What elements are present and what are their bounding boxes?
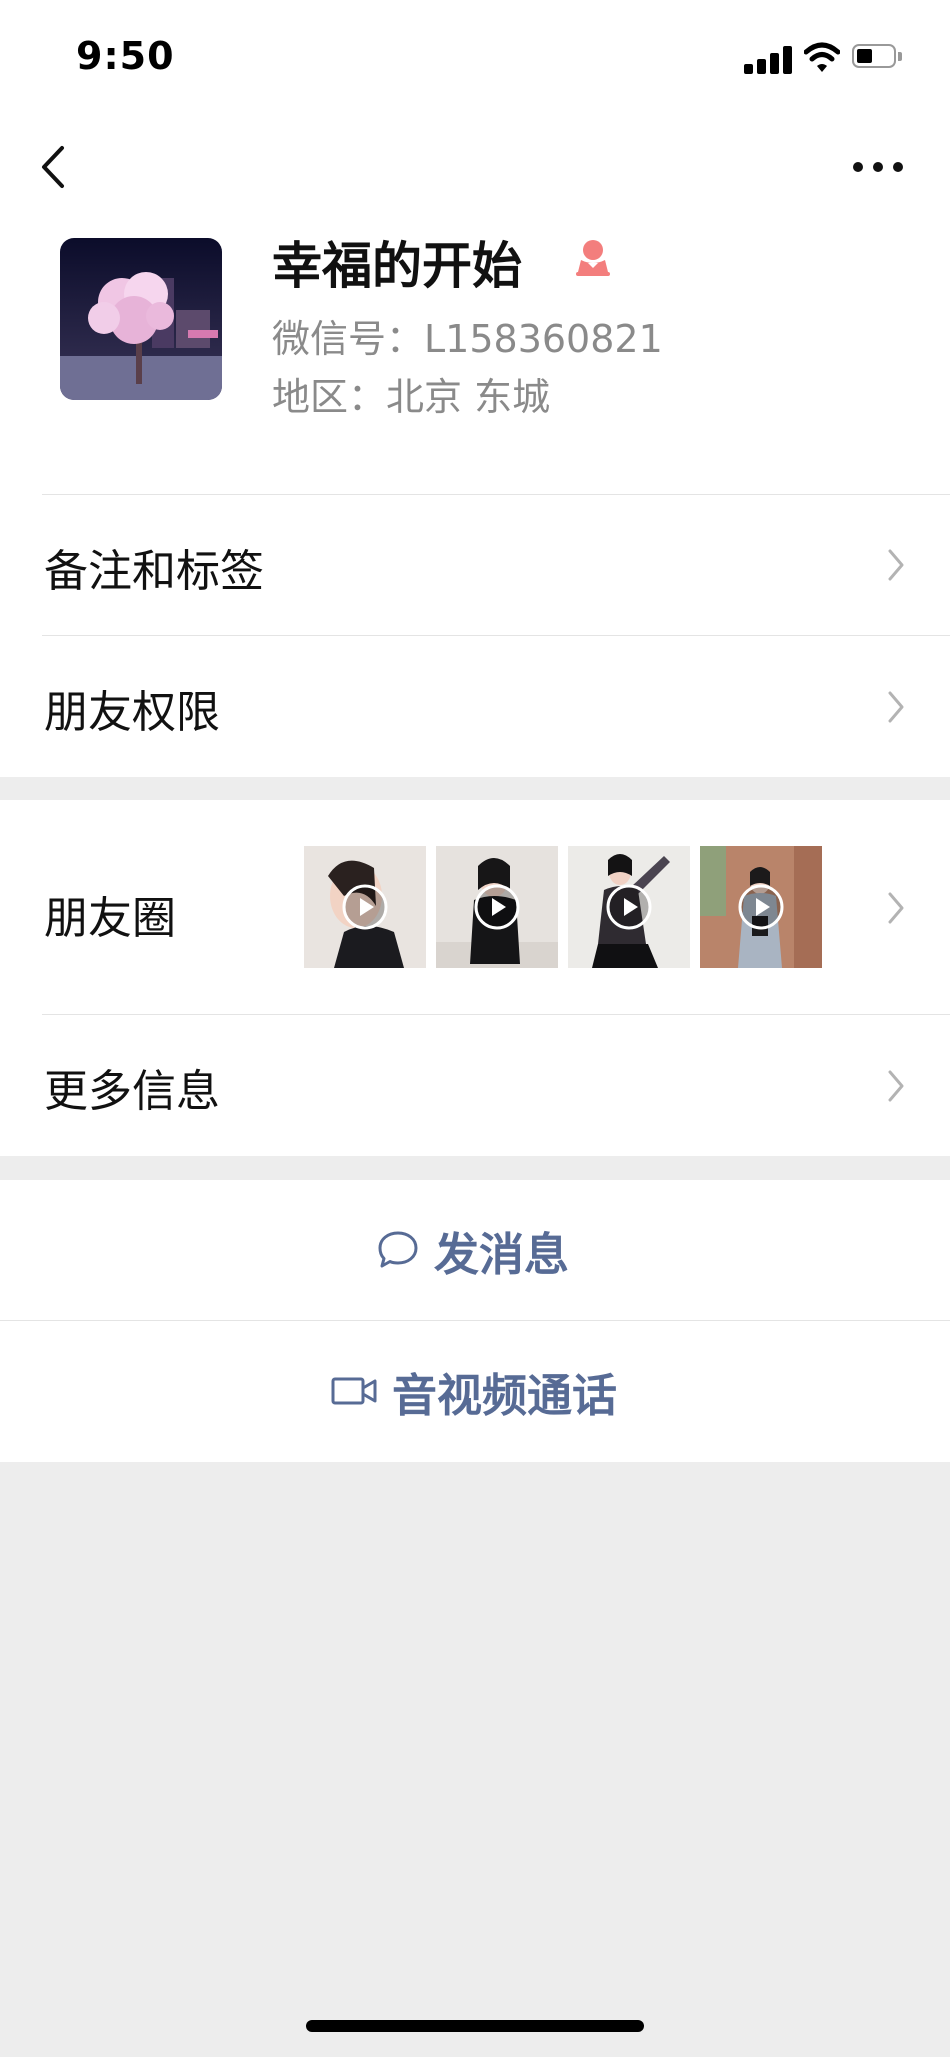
chevron-right-icon xyxy=(888,691,904,723)
row-label: 朋友圈 xyxy=(44,893,176,944)
wechat-id: 微信号：L158360821 xyxy=(272,317,663,361)
home-indicator xyxy=(306,2020,644,2032)
moments-video-thumb[interactable] xyxy=(436,846,558,968)
send-message-label: 发消息 xyxy=(434,1227,570,1281)
play-icon xyxy=(738,884,784,930)
remark-tags-row[interactable]: 备注和标签 xyxy=(0,495,950,635)
friend-permissions-row[interactable]: 朋友权限 xyxy=(0,636,950,777)
back-icon[interactable] xyxy=(36,142,76,192)
chevron-right-icon xyxy=(888,1070,904,1102)
battery-icon xyxy=(852,44,904,70)
chevron-right-icon xyxy=(888,549,904,581)
moments-video-thumb[interactable] xyxy=(568,846,690,968)
chat-bubble-icon xyxy=(378,1231,418,1268)
wifi-icon xyxy=(804,42,840,72)
row-label: 朋友权限 xyxy=(44,687,220,738)
more-info-row[interactable]: 更多信息 xyxy=(0,1015,950,1156)
send-message-button[interactable]: 发消息 xyxy=(0,1180,950,1320)
female-icon xyxy=(576,240,610,276)
chevron-right-icon xyxy=(888,892,904,924)
moments-video-thumb[interactable] xyxy=(700,846,822,968)
avatar[interactable] xyxy=(60,238,222,400)
row-label: 备注和标签 xyxy=(44,546,264,597)
row-label: 更多信息 xyxy=(44,1066,220,1117)
moments-video-thumb[interactable] xyxy=(304,846,426,968)
play-icon xyxy=(342,884,388,930)
more-icon[interactable] xyxy=(850,152,906,182)
region: 地区：北京 东城 xyxy=(272,375,551,419)
av-call-label: 音视频通话 xyxy=(392,1368,618,1422)
play-icon xyxy=(474,884,520,930)
cellular-signal-icon xyxy=(744,44,794,74)
av-call-button[interactable]: 音视频通话 xyxy=(0,1321,950,1461)
profile-name: 幸福的开始 xyxy=(272,237,522,295)
play-icon xyxy=(606,884,652,930)
status-bar: 9:50 xyxy=(0,0,950,115)
status-time: 9:50 xyxy=(76,34,175,78)
video-camera-icon xyxy=(331,1377,377,1405)
